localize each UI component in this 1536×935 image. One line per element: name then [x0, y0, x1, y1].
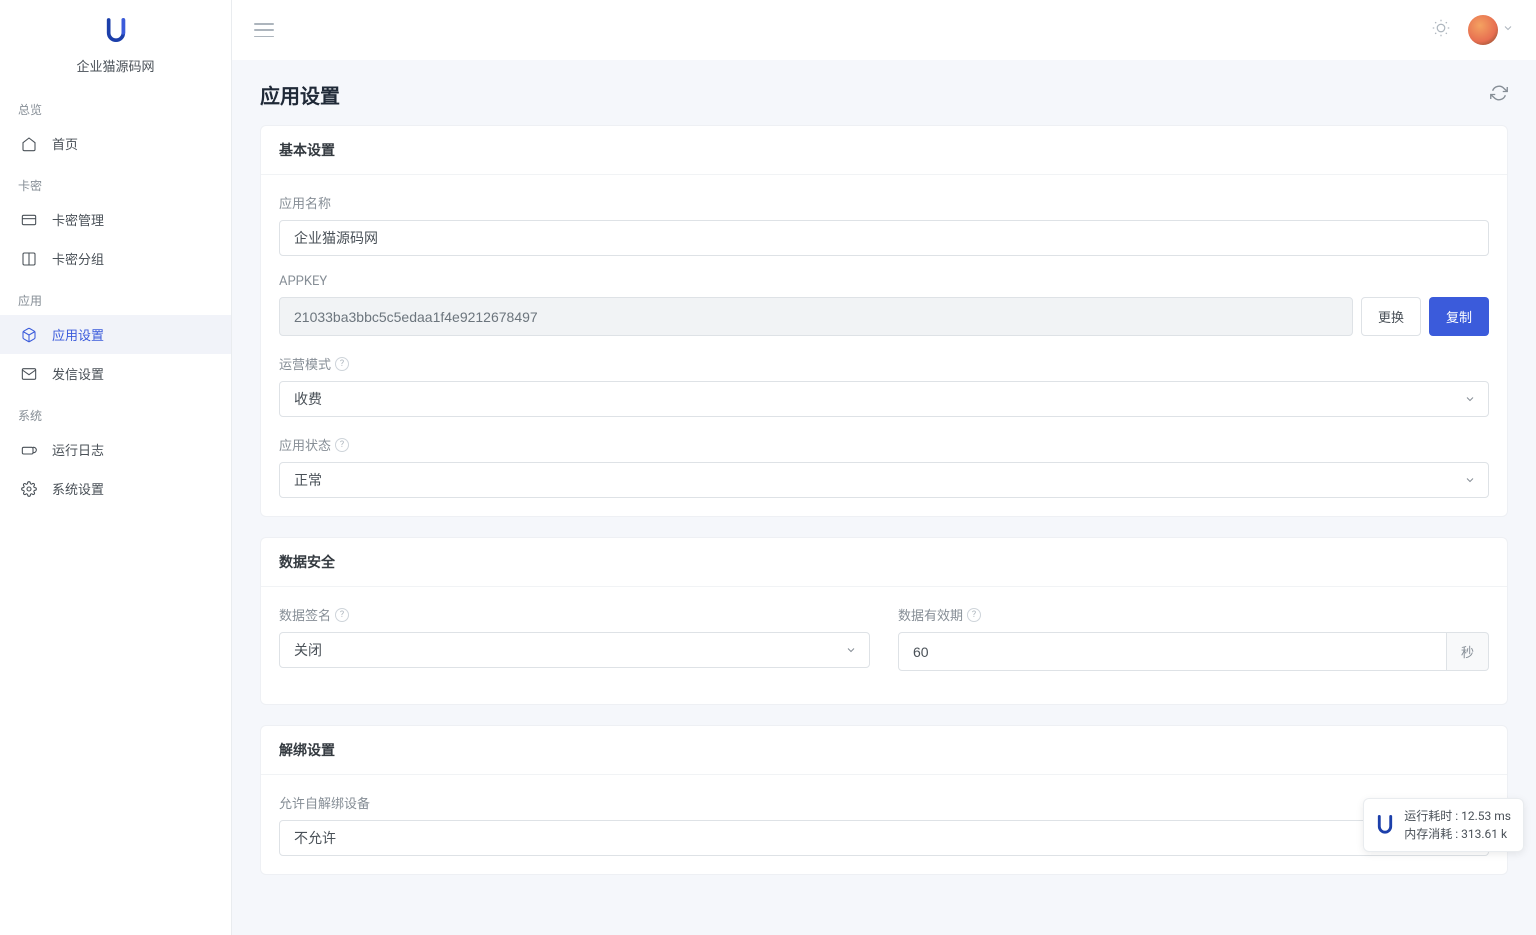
brand-logo-icon	[1376, 815, 1394, 835]
self-unbind-select[interactable]: 不允许	[279, 820, 1489, 856]
card-basic-settings: 基本设置 应用名称 APPKEY 更换 复制	[260, 125, 1508, 517]
menu-toggle-icon[interactable]	[254, 23, 274, 37]
help-icon[interactable]: ?	[335, 438, 349, 452]
card-header: 数据安全	[261, 538, 1507, 587]
topbar	[232, 0, 1536, 60]
appkey-input[interactable]	[279, 297, 1353, 336]
sign-label: 数据签名?	[279, 605, 870, 624]
ttl-label: 数据有效期?	[898, 605, 1489, 624]
sidebar-item-app-settings[interactable]: 应用设置	[0, 315, 231, 354]
sidebar-item-home[interactable]: 首页	[0, 124, 231, 163]
sidebar-item-system-settings[interactable]: 系统设置	[0, 469, 231, 508]
home-icon	[20, 135, 38, 153]
card-header: 基本设置	[261, 126, 1507, 175]
user-menu[interactable]	[1468, 15, 1514, 45]
card-unbind-settings: 解绑设置 允许自解绑设备 不允许	[260, 725, 1508, 875]
mode-label: 运营模式?	[279, 354, 1489, 373]
nav-section-system: 系统	[0, 393, 231, 430]
status-select[interactable]: 正常	[279, 462, 1489, 498]
sidebar-item-logs[interactable]: 运行日志	[0, 430, 231, 469]
sidebar-item-label: 卡密管理	[52, 210, 104, 229]
mode-select[interactable]: 收费	[279, 381, 1489, 417]
theme-toggle-icon[interactable]	[1432, 19, 1450, 41]
sidebar-item-label: 发信设置	[52, 364, 104, 383]
card-data-security: 数据安全 数据签名? 关闭 数据有效期? 秒	[260, 537, 1508, 705]
brand: 企业猫源码网	[0, 0, 231, 87]
sidebar-item-label: 卡密分组	[52, 249, 104, 268]
help-icon[interactable]: ?	[335, 608, 349, 622]
columns-icon	[20, 250, 38, 268]
sidebar-item-card-manage[interactable]: 卡密管理	[0, 200, 231, 239]
nav-section-app: 应用	[0, 278, 231, 315]
sidebar-item-label: 运行日志	[52, 440, 104, 459]
mail-icon	[20, 365, 38, 383]
gear-icon	[20, 480, 38, 498]
box-icon	[20, 326, 38, 344]
self-unbind-label: 允许自解绑设备	[279, 793, 1489, 812]
nav-section-overview: 总览	[0, 87, 231, 124]
sidebar-item-label: 系统设置	[52, 479, 104, 498]
brand-name: 企业猫源码网	[0, 56, 231, 75]
appkey-label: APPKEY	[279, 274, 1489, 289]
sign-select[interactable]: 关闭	[279, 632, 870, 668]
ttl-input[interactable]	[898, 632, 1447, 671]
sidebar-item-card-group[interactable]: 卡密分组	[0, 239, 231, 278]
app-name-label: 应用名称	[279, 193, 1489, 212]
chevron-down-icon	[1502, 22, 1514, 38]
avatar	[1468, 15, 1498, 45]
brand-logo-icon	[105, 18, 127, 44]
nav-section-cards: 卡密	[0, 163, 231, 200]
help-icon[interactable]: ?	[967, 608, 981, 622]
ttl-unit: 秒	[1447, 632, 1489, 671]
replace-button[interactable]: 更换	[1361, 297, 1421, 336]
card-header: 解绑设置	[261, 726, 1507, 775]
perf-memory: 内存消耗 : 313.61 k	[1404, 825, 1511, 843]
coffee-icon	[20, 441, 38, 459]
performance-badge: 运行耗时 : 12.53 ms 内存消耗 : 313.61 k	[1363, 798, 1524, 852]
perf-runtime: 运行耗时 : 12.53 ms	[1404, 807, 1511, 825]
sidebar-item-label: 首页	[52, 134, 78, 153]
sidebar-item-label: 应用设置	[52, 325, 104, 344]
card-icon	[20, 211, 38, 229]
page-title: 应用设置	[260, 80, 340, 109]
copy-button[interactable]: 复制	[1429, 297, 1489, 336]
sidebar-item-mail-settings[interactable]: 发信设置	[0, 354, 231, 393]
app-name-input[interactable]	[279, 220, 1489, 256]
status-label: 应用状态?	[279, 435, 1489, 454]
sidebar: 企业猫源码网 总览 首页 卡密 卡密管理 卡密分组 应用 应用设置 发信设置 系…	[0, 0, 232, 935]
help-icon[interactable]: ?	[335, 357, 349, 371]
refresh-button[interactable]	[1490, 84, 1508, 106]
